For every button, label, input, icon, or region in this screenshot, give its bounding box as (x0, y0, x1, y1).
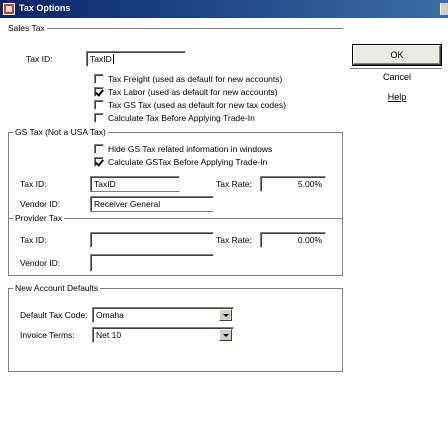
tax-labor-checkbox[interactable] (94, 87, 104, 97)
hide-gs-tax-checkbox[interactable] (94, 144, 104, 154)
ok-button[interactable]: OK (352, 44, 442, 66)
button-divider (350, 68, 442, 69)
help-button[interactable]: Help (353, 90, 441, 108)
sales-tax-title: Sales Tax (6, 23, 47, 33)
default-tax-code-dropdown[interactable]: Omaha (92, 307, 234, 323)
invoice-terms-value: Net 10 (96, 330, 122, 340)
sales-tax-id-label: Tax ID: (26, 54, 53, 64)
invoice-terms-dropdown[interactable]: Net 10 (92, 327, 234, 343)
calc-gstax-before-tradein-checkbox[interactable] (94, 157, 104, 167)
sales-tax-id-field[interactable]: TaxID (86, 51, 186, 67)
text-cursor (112, 54, 114, 64)
tax-freight-label[interactable]: Tax Freight (used as default for new acc… (108, 74, 282, 84)
invoice-terms-label: Invoice Terms: (20, 330, 75, 340)
calc-tax-before-tradein-label[interactable]: Calculate Tax Before Applying Trade-In (108, 113, 255, 123)
provider-tax-title: Provider Tax (13, 213, 65, 223)
dialog-body: Sales Tax Tax ID: TaxID Tax Freight (use… (0, 18, 448, 425)
provider-tax-rate-label: Tax Rate: (216, 235, 252, 245)
provider-tax-id-label: Tax ID: (20, 235, 47, 245)
default-tax-code-label: Default Tax Code: (20, 310, 88, 320)
gs-tax-rate-label: Tax Rate: (216, 179, 252, 189)
tax-gs-tax-label[interactable]: Tax GS Tax (used as default for new tax … (108, 100, 286, 110)
default-tax-code-value: Omaha (96, 310, 124, 320)
tax-freight-checkbox[interactable] (94, 74, 104, 84)
gs-vendor-id-field[interactable]: Receiver General (90, 196, 214, 212)
tax-options-window: Tax Options Sales Tax Tax ID: TaxID Tax … (0, 0, 448, 425)
gs-tax-title: GS Tax (Not a USA Tax) (13, 127, 108, 137)
cancel-button[interactable]: Cancel (353, 70, 441, 88)
provider-tax-rate-field[interactable]: 0.00% (260, 232, 326, 248)
chevron-down-icon[interactable] (219, 309, 232, 321)
chevron-down-icon[interactable] (219, 329, 232, 341)
provider-vendor-id-field[interactable] (90, 254, 214, 272)
provider-vendor-id-label: Vendor ID: (20, 258, 61, 268)
app-icon (3, 3, 15, 15)
gs-tax-id-label: Tax ID: (20, 179, 47, 189)
close-button[interactable] (440, 3, 448, 15)
title-bar[interactable]: Tax Options (0, 0, 448, 18)
tax-gs-tax-checkbox[interactable] (94, 100, 104, 110)
tax-labor-label[interactable]: Tax Labor (used as default for new accou… (108, 87, 278, 97)
provider-tax-id-field[interactable] (90, 232, 214, 248)
hide-gs-tax-label[interactable]: Hide GS Tax related information in windo… (108, 144, 272, 154)
calc-gstax-before-tradein-label[interactable]: Calculate GSTax Before Applying Trade-In (108, 157, 267, 167)
gs-tax-rate-field[interactable]: 5.00% (260, 176, 326, 192)
gs-tax-id-field[interactable]: TaxID (90, 176, 180, 192)
window-title: Tax Options (19, 3, 71, 13)
calc-tax-before-tradein-checkbox[interactable] (94, 113, 104, 123)
gs-vendor-id-label: Vendor ID: (20, 199, 61, 209)
new-account-defaults-title: New Account Defaults (13, 283, 101, 293)
